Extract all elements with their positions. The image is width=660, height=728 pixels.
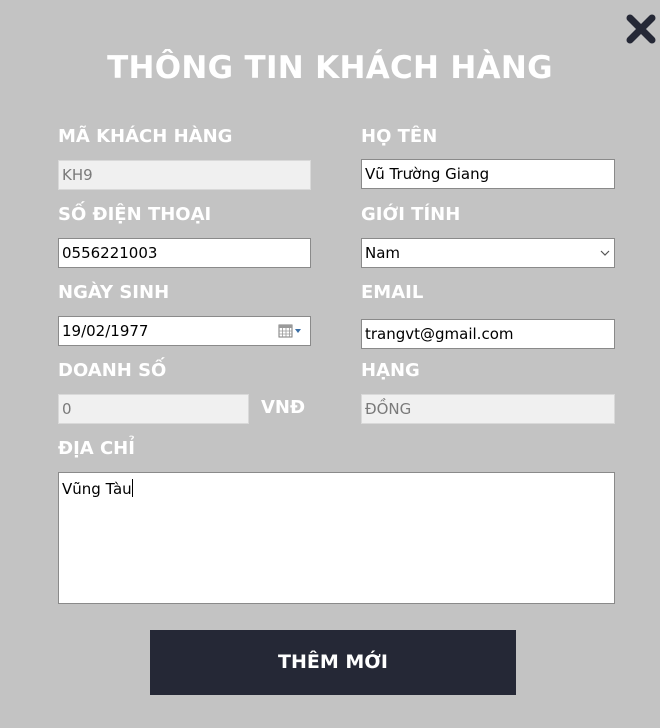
customer-id-field[interactable]: KH9 — [58, 160, 311, 190]
revenue-field[interactable]: 0 — [58, 394, 249, 424]
email-label: EMAIL — [361, 282, 424, 303]
gender-select[interactable]: Nam — [361, 238, 615, 268]
birth-date-label: NGÀY SINH — [58, 282, 170, 303]
rank-label: HẠNG — [361, 360, 420, 381]
phone-field[interactable]: 0556221003 — [58, 238, 311, 268]
address-textarea[interactable]: Vũng Tàu — [58, 472, 615, 604]
phone-label: SỐ ĐIỆN THOẠI — [58, 204, 212, 225]
currency-unit: VNĐ — [261, 397, 306, 418]
full-name-label: HỌ TÊN — [361, 126, 438, 147]
address-value: Vũng Tàu — [62, 480, 132, 498]
gender-label: GIỚI TÍNH — [361, 204, 461, 225]
full-name-field[interactable]: Vũ Trường Giang — [361, 159, 615, 189]
text-caret — [131, 479, 133, 497]
email-field[interactable]: trangvt@gmail.com — [361, 319, 615, 349]
customer-id-label: MÃ KHÁCH HÀNG — [58, 126, 233, 147]
birth-date-value: 19/02/1977 — [62, 322, 149, 340]
add-new-button[interactable]: THÊM MỚI — [150, 630, 516, 695]
birth-date-picker[interactable]: 19/02/1977 — [58, 316, 311, 346]
gender-value: Nam — [365, 244, 401, 262]
address-label: ĐỊA CHỈ — [58, 438, 135, 459]
chevron-down-icon[interactable] — [600, 248, 610, 258]
revenue-label: DOANH SỐ — [58, 360, 167, 381]
close-icon[interactable] — [624, 12, 658, 46]
calendar-icon[interactable] — [278, 323, 306, 339]
page-title: THÔNG TIN KHÁCH HÀNG — [107, 50, 553, 86]
rank-field[interactable]: ĐỒNG — [361, 394, 615, 424]
